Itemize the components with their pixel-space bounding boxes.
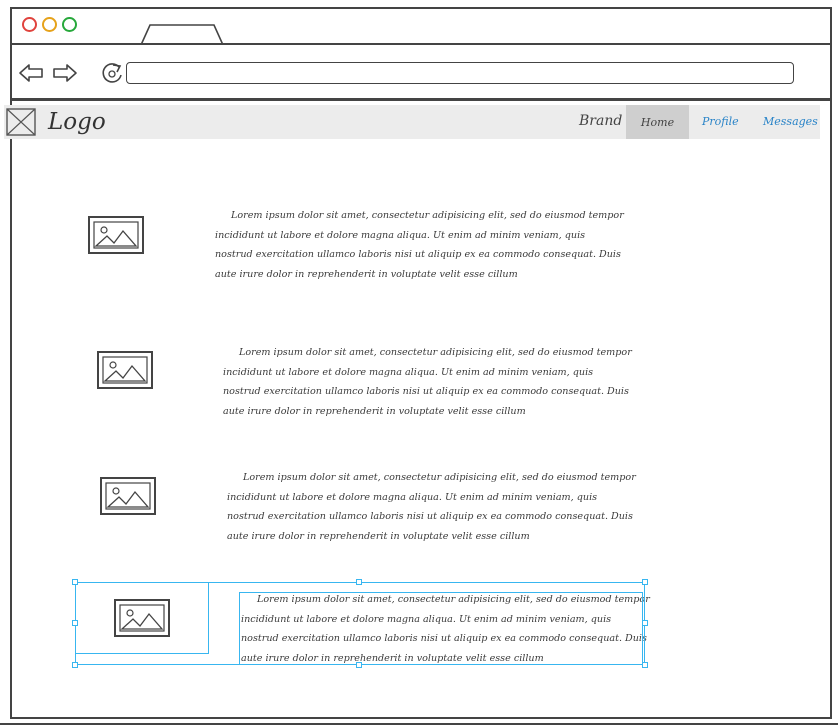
selection-image-cell[interactable] [75, 582, 209, 654]
resize-handle-bottom-left[interactable] [72, 662, 78, 668]
reload-icon[interactable] [100, 61, 126, 85]
forward-arrow-icon[interactable] [52, 63, 78, 83]
resize-handle-bottom-right[interactable] [642, 662, 648, 668]
resize-handle-top-left[interactable] [72, 579, 78, 585]
back-arrow-icon[interactable] [18, 63, 44, 83]
resize-handle-left[interactable] [72, 620, 78, 626]
resize-handle-right[interactable] [642, 620, 648, 626]
maximize-window-button[interactable] [62, 17, 77, 32]
image-placeholder-icon [88, 216, 144, 254]
resize-handle-top-right[interactable] [642, 579, 648, 585]
bottom-divider [0, 723, 838, 725]
browser-toolbar [12, 45, 830, 101]
app-header: Logo Brand Home Profile Messages [4, 105, 820, 139]
browser-tab[interactable] [140, 24, 224, 45]
nav-home-tab[interactable]: Home [626, 105, 689, 139]
resize-handle-bottom[interactable] [356, 662, 362, 668]
item-text: Lorem ipsum dolor sit amet, consectetur … [227, 472, 636, 542]
minimize-window-button[interactable] [42, 17, 57, 32]
nav-home-label: Home [640, 115, 675, 129]
nav-messages-link[interactable]: Messages [763, 115, 818, 128]
tab-bar [12, 9, 830, 45]
logo-image-placeholder-icon [6, 108, 36, 136]
image-placeholder-icon [97, 351, 153, 389]
selection-text-cell[interactable] [239, 592, 643, 665]
image-placeholder-icon [100, 477, 156, 515]
item-text: Lorem ipsum dolor sit amet, consectetur … [215, 210, 624, 280]
address-bar[interactable] [126, 62, 794, 84]
nav-profile-link[interactable]: Profile [702, 115, 739, 128]
close-window-button[interactable] [22, 17, 37, 32]
brand-label[interactable]: Brand [579, 113, 622, 129]
resize-handle-top[interactable] [356, 579, 362, 585]
item-text: Lorem ipsum dolor sit amet, consectetur … [223, 347, 632, 417]
logo-text[interactable]: Logo [48, 108, 106, 136]
